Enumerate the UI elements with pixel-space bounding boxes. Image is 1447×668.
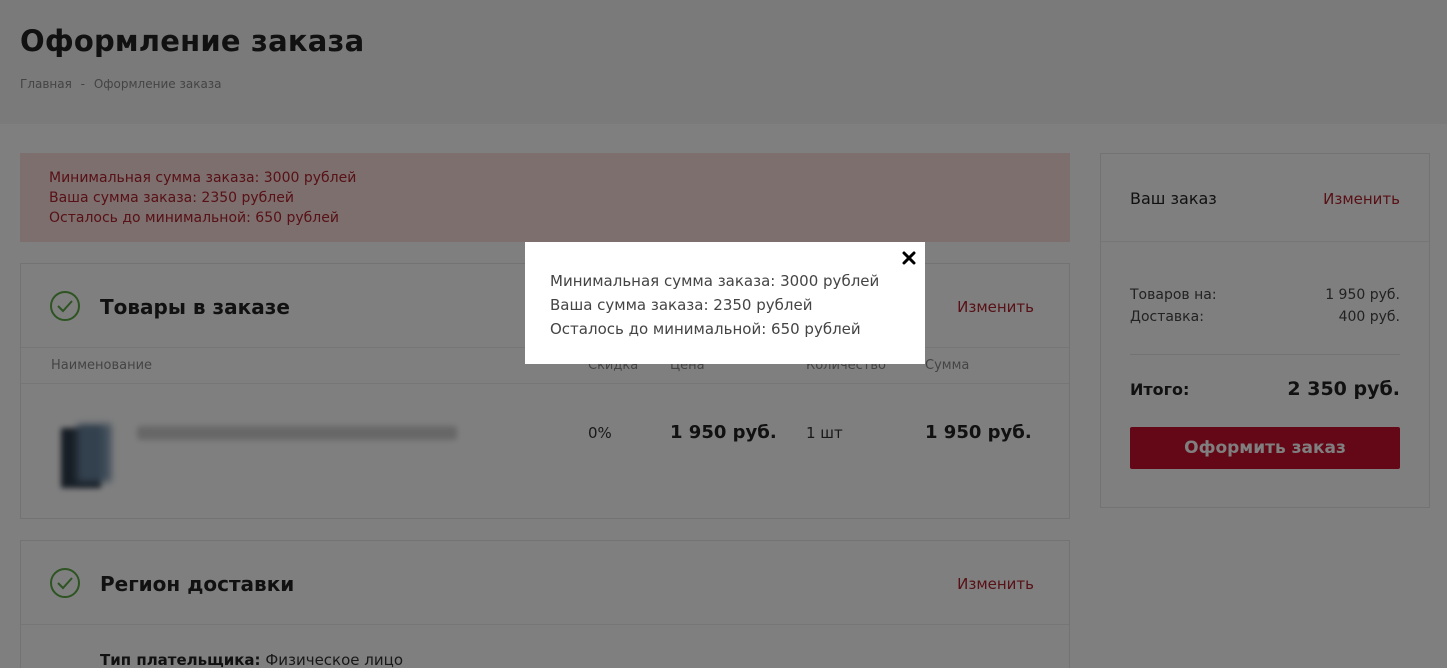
min-order-modal: Минимальная сумма заказа: 3000 рублей Ва… — [525, 242, 925, 364]
modal-line-your-sum: Ваша сумма заказа: 2350 рублей — [550, 296, 813, 314]
page: Оформление заказа Главная - Оформление з… — [0, 0, 1447, 668]
modal-line-min-sum: Минимальная сумма заказа: 3000 рублей — [550, 272, 880, 290]
close-icon[interactable] — [899, 248, 919, 268]
modal-line-remaining: Осталось до минимальной: 650 рублей — [550, 320, 861, 338]
